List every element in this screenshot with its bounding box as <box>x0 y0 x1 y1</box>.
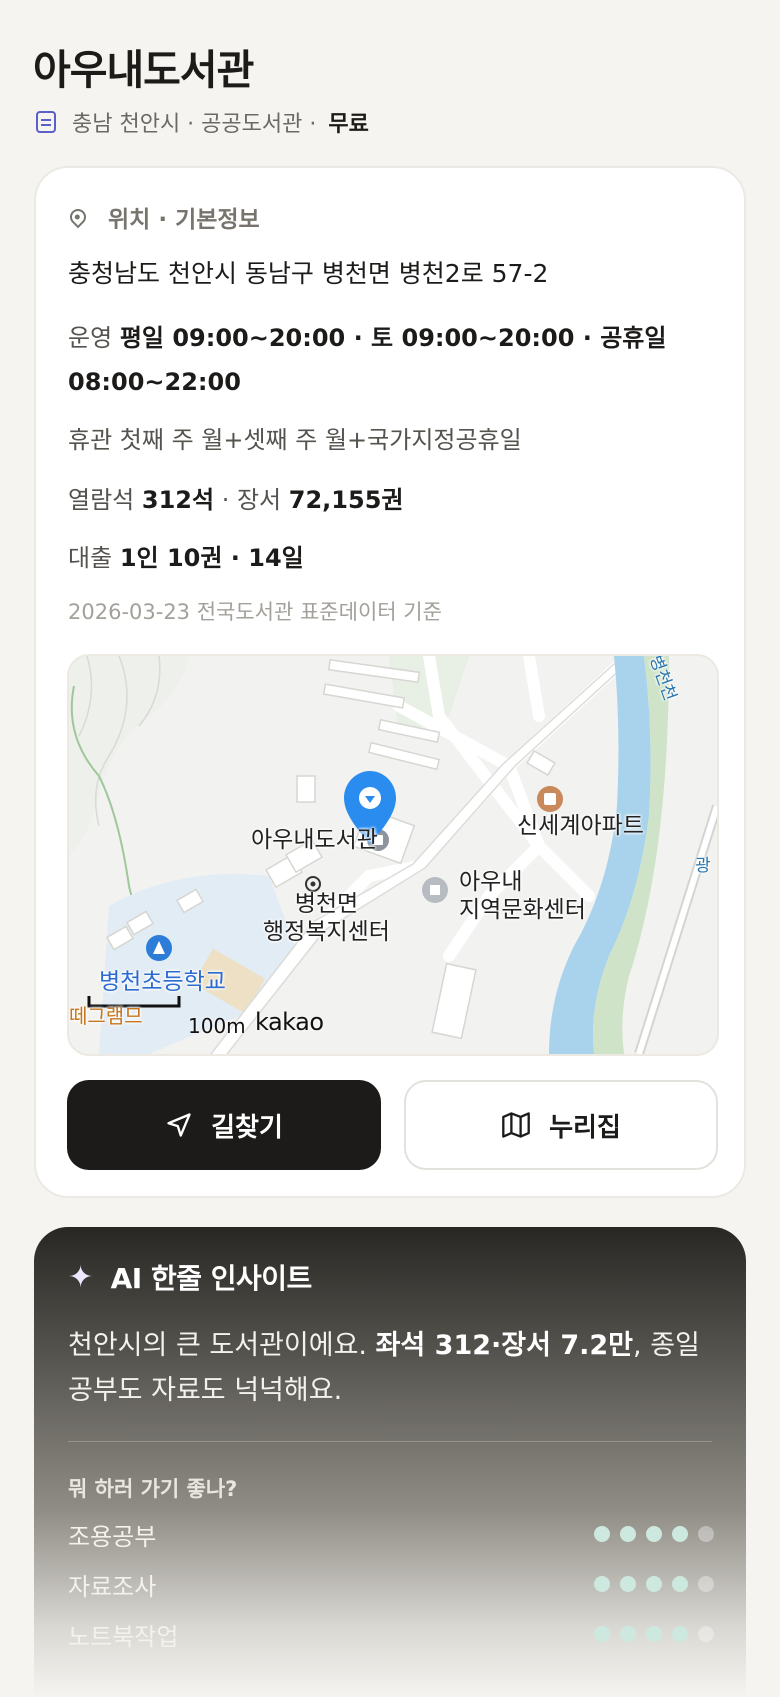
ai-text-highlight: 좌석 312·장서 7.2만 <box>375 1330 634 1361</box>
map-label-office: 병천면 행정복지센터 <box>263 891 390 945</box>
closed-days: 휴관 첫째 주 월+셋째 주 월+국가지정공휴일 <box>68 426 522 454</box>
rating-dot <box>698 1526 714 1542</box>
ai-insight-card: ✦ AI 한줄 인사이트 천안시의 큰 도서관이에요. 좌석 312·장서 7.… <box>34 1227 746 1697</box>
books-label: · 장서 <box>221 486 282 514</box>
seats-value: 312석 <box>141 486 215 514</box>
rating-row: 노트북작업 <box>68 1617 714 1651</box>
section-header: 위치 · 기본정보 <box>66 200 260 234</box>
navigation-arrow-icon <box>167 1113 191 1137</box>
ai-insight-text: 천안시의 큰 도서관이에요. 좌석 312·장서 7.2만, 종일 공부도 자료… <box>68 1323 718 1413</box>
rating-dot <box>646 1576 662 1592</box>
rating-dot <box>594 1526 610 1542</box>
map-scale: 100m <box>188 1014 246 1038</box>
map-label-culture-center: 아우내 지역문화센터 <box>459 869 586 923</box>
rating-row: 조용공부 <box>68 1517 714 1551</box>
address: 충청남도 천안시 동남구 병천면 병천2로 57-2 <box>68 259 549 288</box>
rating-dots <box>594 1576 714 1592</box>
location-map[interactable]: 아우내도서관 신세계아파트 아우내 지역문화센터 병천면 행정복지센터 병천초등… <box>67 654 719 1056</box>
rating-dot <box>646 1626 662 1642</box>
ai-text-part: 천안시의 큰 도서관이에요. <box>68 1330 376 1361</box>
location-pin-icon <box>66 205 90 229</box>
hours-value: 평일 09:00~20:00 · 토 09:00~20:00 · 공휴일 08:… <box>68 324 667 396</box>
map-provider-logo: kakao <box>255 1008 324 1036</box>
page-title: 아우내도서관 <box>33 46 254 94</box>
hours-label: 운영 <box>68 324 113 352</box>
books-value: 72,155권 <box>288 486 404 514</box>
rating-dot <box>698 1626 714 1642</box>
seats-books: 열람석 312석 · 장서 72,155권 <box>68 480 403 515</box>
rating-dot <box>594 1576 610 1592</box>
rating-dots <box>594 1526 714 1542</box>
seats-label: 열람석 <box>68 486 135 514</box>
ai-title-text: AI 한줄 인사이트 <box>110 1262 313 1295</box>
directions-button[interactable]: 길찾기 <box>67 1080 381 1170</box>
rating-dot <box>620 1576 636 1592</box>
meta-text: 충남 천안시 · 공공도서관 · <box>72 112 317 137</box>
map-label-partial: 떼그램므 <box>69 1004 143 1028</box>
loan-label: 대출 <box>68 544 113 572</box>
rating-dot <box>646 1526 662 1542</box>
homepage-label: 누리집 <box>549 1112 621 1143</box>
ai-insight-title: ✦ AI 한줄 인사이트 <box>68 1257 312 1297</box>
rating-dots <box>594 1626 714 1642</box>
rating-row: 자료조사 <box>68 1567 714 1601</box>
rating-dot <box>698 1576 714 1592</box>
rating-label: 자료조사 <box>68 1572 157 1601</box>
loan-policy: 대출 1인 10권 · 14일 <box>68 538 304 573</box>
divider <box>68 1441 712 1442</box>
homepage-button[interactable]: 누리집 <box>404 1080 718 1170</box>
directions-label: 길찾기 <box>211 1112 283 1143</box>
rating-dot <box>594 1626 610 1642</box>
map-icon <box>502 1112 530 1138</box>
map-label-apartment: 신세계아파트 <box>517 813 644 839</box>
library-meta: 충남 천안시 · 공공도서관 · 무료 <box>36 106 369 138</box>
map-label-school: 병천초등학교 <box>99 969 226 995</box>
data-source: 2026-03-23 전국도서관 표준데이터 기준 <box>68 600 442 624</box>
rating-label: 조용공부 <box>68 1522 157 1551</box>
map-label-river-right: 광 <box>695 856 711 876</box>
rating-label: 노트북작업 <box>68 1622 179 1651</box>
operating-hours: 운영 평일 09:00~20:00 · 토 09:00~20:00 · 공휴일 … <box>68 316 708 404</box>
loan-value: 1인 10권 · 14일 <box>119 544 304 572</box>
info-card: 위치 · 기본정보 충청남도 천안시 동남구 병천면 병천2로 57-2 운영 … <box>34 166 746 1198</box>
document-icon <box>36 111 56 133</box>
sparkle-icon: ✦ <box>68 1259 93 1295</box>
rating-dot <box>672 1526 688 1542</box>
map-label-library: 아우내도서관 <box>251 827 378 853</box>
fee-badge: 무료 <box>328 112 369 137</box>
section-label: 위치 · 기본정보 <box>108 207 260 233</box>
ai-question: 뭐 하러 가기 좋나? <box>68 1477 238 1501</box>
rating-dot <box>672 1626 688 1642</box>
rating-dot <box>620 1526 636 1542</box>
rating-dot <box>620 1626 636 1642</box>
rating-dot <box>672 1576 688 1592</box>
